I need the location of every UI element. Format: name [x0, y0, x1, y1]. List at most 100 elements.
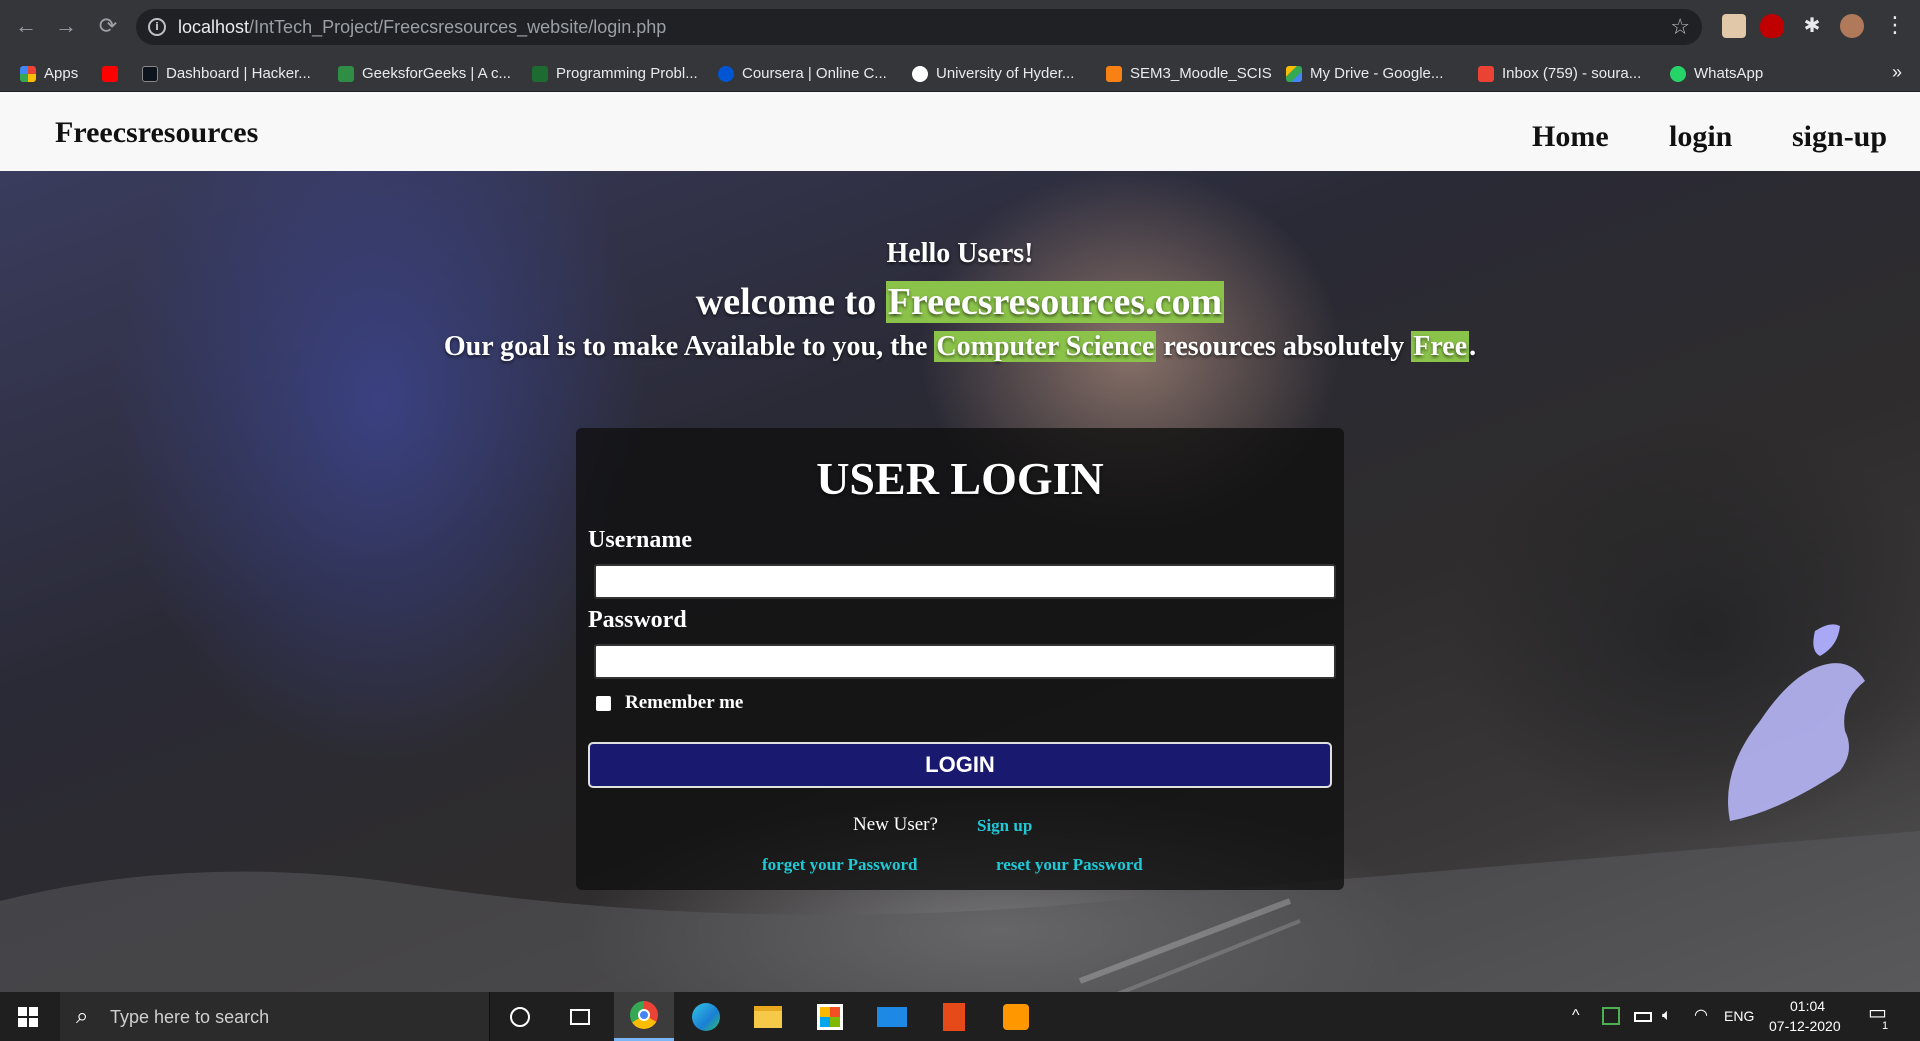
remember-me-row[interactable]: Remember me: [596, 692, 743, 714]
language-indicator[interactable]: ENG: [1724, 1008, 1754, 1024]
bookmark-label: Inbox (759) - soura...: [1502, 65, 1642, 82]
welcome-domain-highlight: Freecsresources.com: [885, 281, 1225, 323]
chrome-menu-icon[interactable]: ⋮: [1884, 12, 1906, 38]
moodle-icon: [1106, 66, 1122, 82]
goal-prefix: Our goal is to make Available to you, th…: [443, 331, 935, 362]
nav-login[interactable]: login: [1669, 120, 1732, 154]
bookmark-moodle[interactable]: SEM3_Moodle_SCIS: [1106, 64, 1272, 84]
globe-icon: [912, 66, 928, 82]
hero-greeting: Hello Users!: [886, 238, 1034, 269]
bookmark-apps[interactable]: Apps: [20, 64, 78, 84]
bookmark-university[interactable]: University of Hyder...: [912, 64, 1074, 84]
login-card: USER LOGIN Username Password Remember me…: [576, 428, 1344, 890]
taskbar-edge-icon[interactable]: [676, 992, 736, 1041]
new-user-text: New User?: [853, 814, 938, 835]
bookmark-youtube[interactable]: [102, 64, 118, 84]
geeksforgeeks-icon: [338, 66, 354, 82]
password-input[interactable]: [594, 644, 1336, 679]
coursera-icon: [718, 66, 734, 82]
bookmark-star-icon[interactable]: ☆: [1670, 14, 1690, 40]
hero-goal: Our goal is to make Available to you, th…: [0, 330, 1920, 364]
bookmark-label: Dashboard | Hacker...: [166, 65, 311, 82]
search-icon: ⌕: [76, 1003, 89, 1028]
forget-password-link[interactable]: forget your Password: [762, 854, 918, 876]
wifi-icon[interactable]: ◠: [1694, 1007, 1708, 1025]
extension-face-icon[interactable]: [1722, 14, 1746, 38]
battery-icon[interactable]: [1634, 1012, 1652, 1022]
back-arrow-icon[interactable]: ←: [14, 14, 38, 38]
goal-suffix: .: [1469, 331, 1477, 362]
taskbar-chrome-icon[interactable]: [614, 992, 674, 1041]
bookmarks-bar: Apps Dashboard | Hacker... GeeksforGeeks…: [0, 54, 1920, 92]
taskbar-store-icon[interactable]: [800, 992, 860, 1041]
profile-avatar[interactable]: [1840, 14, 1864, 38]
reset-password-link[interactable]: reset your Password: [996, 854, 1143, 876]
browser-toolbar: ← → ⟳ i localhost/IntTech_Project/Freecs…: [0, 0, 1920, 54]
google-drive-icon: [1286, 66, 1302, 82]
bookmark-label: University of Hyder...: [936, 65, 1075, 82]
remember-me-checkbox[interactable]: [596, 695, 611, 711]
taskbar-mail-icon[interactable]: [862, 992, 922, 1041]
bookmark-programming[interactable]: Programming Probl...: [532, 64, 698, 84]
more-bookmarks-icon[interactable]: »: [1892, 62, 1902, 83]
bookmark-label: GeeksforGeeks | A c...: [362, 65, 511, 82]
bookmark-coursera[interactable]: Coursera | Online C...: [718, 64, 887, 84]
gmail-icon: [1478, 66, 1494, 82]
ublock-icon[interactable]: [1760, 14, 1784, 38]
username-label: Username: [588, 527, 692, 553]
extensions-puzzle-icon[interactable]: ✱: [1800, 14, 1824, 38]
url-host: localhost: [178, 17, 250, 37]
goal-free-highlight: Free: [1411, 331, 1470, 362]
nav-sign-up[interactable]: sign-up: [1792, 120, 1887, 154]
login-title: USER LOGIN: [816, 453, 1104, 504]
site-header: Freecsresources Home login sign-up: [0, 92, 1920, 171]
bookmark-google-drive[interactable]: My Drive - Google...: [1286, 64, 1443, 84]
bookmark-hackerrank[interactable]: Dashboard | Hacker...: [142, 64, 311, 84]
apple-logo-graphic: [1728, 624, 1865, 821]
hackerrank-icon: [142, 66, 158, 82]
clock-date[interactable]: 07-12-2020: [1769, 1018, 1841, 1034]
apps-grid-icon: [20, 66, 36, 82]
password-label: Password: [588, 607, 687, 633]
tray-app-icon[interactable]: [1602, 1007, 1620, 1025]
bookmark-label: My Drive - Google...: [1310, 65, 1444, 82]
taskbar-search-placeholder: Type here to search: [110, 1007, 270, 1027]
bookmark-label: Coursera | Online C...: [742, 65, 887, 82]
reload-icon[interactable]: ⟳: [96, 14, 120, 38]
whatsapp-icon: [1670, 66, 1686, 82]
login-button[interactable]: LOGIN: [588, 742, 1332, 788]
url-path: /IntTech_Project/Freecsresources_website…: [249, 17, 667, 37]
bookmark-label: SEM3_Moodle_SCIS: [1130, 65, 1272, 82]
youtube-icon: [102, 66, 118, 82]
goal-middle: resources absolutely: [1156, 331, 1412, 362]
leaf-icon: [532, 66, 548, 82]
site-info-icon[interactable]: i: [148, 18, 166, 36]
tray-chevron-up-icon[interactable]: ^: [1572, 1007, 1580, 1025]
hero-welcome: welcome to Freecsresources.com: [0, 280, 1920, 324]
taskbar-office-icon[interactable]: [924, 992, 984, 1041]
clock-time[interactable]: 01:04: [1790, 998, 1825, 1014]
cortana-icon[interactable]: [490, 992, 550, 1041]
remember-me-label[interactable]: Remember me: [625, 692, 743, 714]
bookmark-label: Apps: [44, 65, 79, 82]
bookmark-whatsapp[interactable]: WhatsApp: [1670, 64, 1763, 84]
goal-cs-highlight: Computer Science: [934, 331, 1157, 362]
taskbar-sublime-icon[interactable]: [986, 992, 1046, 1041]
username-input[interactable]: [594, 564, 1336, 599]
taskbar-file-explorer-icon[interactable]: [738, 992, 798, 1041]
url-text[interactable]: localhost/IntTech_Project/Freecsresource…: [178, 17, 666, 37]
forward-arrow-icon[interactable]: →: [54, 14, 78, 38]
bookmark-gmail[interactable]: Inbox (759) - soura...: [1478, 64, 1641, 84]
signup-link[interactable]: Sign up: [977, 815, 1032, 837]
bookmark-geeksforgeeks[interactable]: GeeksforGeeks | A c...: [338, 64, 511, 84]
windows-start-icon[interactable]: [18, 1007, 38, 1027]
task-view-icon[interactable]: [550, 992, 610, 1041]
taskbar-search[interactable]: ⌕ Type here to search: [60, 992, 490, 1041]
nav-home[interactable]: Home: [1532, 120, 1609, 154]
bookmark-label: WhatsApp: [1694, 65, 1764, 82]
address-bar[interactable]: i localhost/IntTech_Project/Freecsresour…: [136, 9, 1702, 45]
notification-count: 1: [1882, 1020, 1889, 1032]
welcome-prefix: welcome to: [695, 281, 886, 323]
site-brand[interactable]: Freecsresources: [55, 116, 258, 150]
volume-icon[interactable]: 🔈︎: [1662, 1007, 1672, 1025]
